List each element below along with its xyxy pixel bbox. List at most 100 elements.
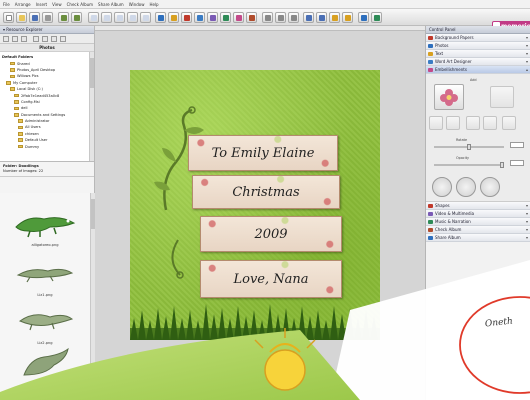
opacity-slider[interactable] xyxy=(434,162,504,168)
tree-item-label: Photos_April Desktop xyxy=(17,67,56,72)
tag-name[interactable]: To Emily Elaine xyxy=(188,135,338,171)
alligator-thumbnail xyxy=(15,217,76,238)
photo-tool-icon[interactable] xyxy=(155,12,166,23)
scrapbook-page[interactable]: To Emily Elaine Christmas 2009 Love, Nan… xyxy=(130,70,380,340)
tag-signature[interactable]: Love, Nana xyxy=(200,260,342,298)
embellishments-panel: Add Rotate Opacity xyxy=(426,74,530,202)
group-icon[interactable] xyxy=(329,12,340,23)
rotate-slider-knob[interactable] xyxy=(467,144,471,150)
preview-icon[interactable] xyxy=(358,12,369,23)
section-check-album[interactable]: Check Album ▾ xyxy=(426,226,530,234)
bring-forward-icon[interactable] xyxy=(303,12,314,23)
thumbnail-label: alligatoreo.png xyxy=(31,243,59,247)
layer-up-icon[interactable] xyxy=(466,116,480,130)
folder-up-icon[interactable] xyxy=(3,36,9,42)
align-right-icon[interactable] xyxy=(288,12,299,23)
thumbnail-item[interactable]: Liz1.png xyxy=(10,251,80,297)
resource-explorer-title[interactable]: ▾ Resource Explorer xyxy=(0,26,94,34)
new-icon[interactable] xyxy=(3,12,14,23)
menu-window[interactable]: Window xyxy=(129,2,145,7)
undo-icon[interactable] xyxy=(58,12,69,23)
ungroup-icon[interactable] xyxy=(342,12,353,23)
section-text[interactable]: Text ▾ xyxy=(426,50,530,58)
thumbnail-item[interactable]: Liz4.png xyxy=(10,385,80,399)
rotate-left-icon[interactable] xyxy=(432,177,452,197)
new-folder-icon[interactable] xyxy=(12,36,18,42)
refresh-icon[interactable] xyxy=(21,36,27,42)
sort-icon[interactable] xyxy=(51,36,57,42)
menu-share-album[interactable]: Share Album xyxy=(98,2,124,7)
rotate-right-icon[interactable] xyxy=(456,177,476,197)
section-video[interactable]: Video & Multimedia ▾ xyxy=(426,210,530,218)
menu-check-album[interactable]: Check Album xyxy=(67,2,93,7)
add-embellishment-button[interactable] xyxy=(434,84,464,110)
thumbnail-item[interactable]: alligatoreo.png xyxy=(10,201,80,247)
embellish-tool-icon[interactable] xyxy=(181,12,192,23)
tag-year[interactable]: 2009 xyxy=(200,216,342,252)
section-embellishments[interactable]: Embellishments ▴ xyxy=(426,66,530,74)
crop-tool-icon[interactable] xyxy=(246,12,257,23)
folder-icon xyxy=(14,112,19,117)
section-background-papers[interactable]: Background Papers ▾ xyxy=(426,34,530,42)
remove-embellishment-button[interactable] xyxy=(490,86,514,108)
tree-item-label: dell xyxy=(21,106,28,111)
section-photos[interactable]: Photos ▾ xyxy=(426,42,530,50)
opacity-slider-knob[interactable] xyxy=(500,162,504,168)
menu-arrange[interactable]: Arrange xyxy=(15,2,31,7)
horizontal-ruler xyxy=(95,26,425,31)
rotate-input[interactable] xyxy=(510,142,524,148)
thumbnail-item[interactable]: Liz2.png xyxy=(10,299,80,345)
section-music[interactable]: Music & Narration ▾ xyxy=(426,218,530,226)
menu-file[interactable]: File xyxy=(3,2,10,7)
opacity-input[interactable] xyxy=(510,160,524,166)
section-word-art[interactable]: Word Art Designer ▾ xyxy=(426,58,530,66)
flip-vertical-icon[interactable] xyxy=(446,116,460,130)
share-icon[interactable] xyxy=(371,12,382,23)
tree-item-label: Documents and Settings xyxy=(21,112,66,117)
send-back-icon[interactable] xyxy=(316,12,327,23)
folder-icon xyxy=(6,80,11,85)
tree-scrollbar[interactable] xyxy=(89,52,94,161)
rotate-slider[interactable] xyxy=(434,144,504,150)
section-shapes[interactable]: Shapes ▾ xyxy=(426,202,530,210)
view-list-icon[interactable] xyxy=(33,36,39,42)
menu-view[interactable]: View xyxy=(52,2,62,7)
frame-tool-icon[interactable] xyxy=(233,12,244,23)
menu-help[interactable]: Help xyxy=(149,2,158,7)
align-center-icon[interactable] xyxy=(275,12,286,23)
mask-tool-icon[interactable] xyxy=(220,12,231,23)
chevron-down-icon: ▾ xyxy=(525,211,528,216)
thumbnail-list: alligatoreo.png Liz1.png Liz2.png Liz3.p… xyxy=(0,193,95,400)
redo-icon[interactable] xyxy=(71,12,82,23)
tag-occasion[interactable]: Christmas xyxy=(192,175,340,209)
page-view-icon[interactable] xyxy=(127,12,138,23)
tree-item[interactable]: Dummy xyxy=(2,143,94,149)
menu-insert[interactable]: Insert xyxy=(36,2,47,7)
lizard-thumbnail xyxy=(23,347,69,376)
effects-tool-icon[interactable] xyxy=(207,12,218,23)
chevron-down-icon: ▾ xyxy=(525,203,528,208)
import-icon[interactable] xyxy=(60,36,66,42)
word-art-icon xyxy=(428,60,433,64)
tag-occasion-text: Christmas xyxy=(232,184,300,200)
shape-tool-icon[interactable] xyxy=(194,12,205,23)
reset-icon[interactable] xyxy=(480,177,500,197)
align-left-icon[interactable] xyxy=(262,12,273,23)
chevron-up-icon: ▴ xyxy=(525,67,528,72)
zoom-icon[interactable] xyxy=(140,12,151,23)
folder-tree: Default Folders Shared Photos_April Deskt… xyxy=(0,52,94,162)
page-layout-icon[interactable] xyxy=(88,12,99,23)
page-remove-icon[interactable] xyxy=(114,12,125,23)
duplicate-icon[interactable] xyxy=(502,116,516,130)
layer-down-icon[interactable] xyxy=(483,116,497,130)
open-icon[interactable] xyxy=(16,12,27,23)
print-icon[interactable] xyxy=(42,12,53,23)
save-icon[interactable] xyxy=(29,12,40,23)
view-thumbs-icon[interactable] xyxy=(42,36,48,42)
page-add-icon[interactable] xyxy=(101,12,112,23)
text-tool-icon[interactable] xyxy=(168,12,179,23)
section-share-album[interactable]: Share Album ▾ xyxy=(426,234,530,242)
main-toolbar: memories xyxy=(0,9,530,32)
shapes-icon xyxy=(428,204,433,208)
flip-horizontal-icon[interactable] xyxy=(429,116,443,130)
